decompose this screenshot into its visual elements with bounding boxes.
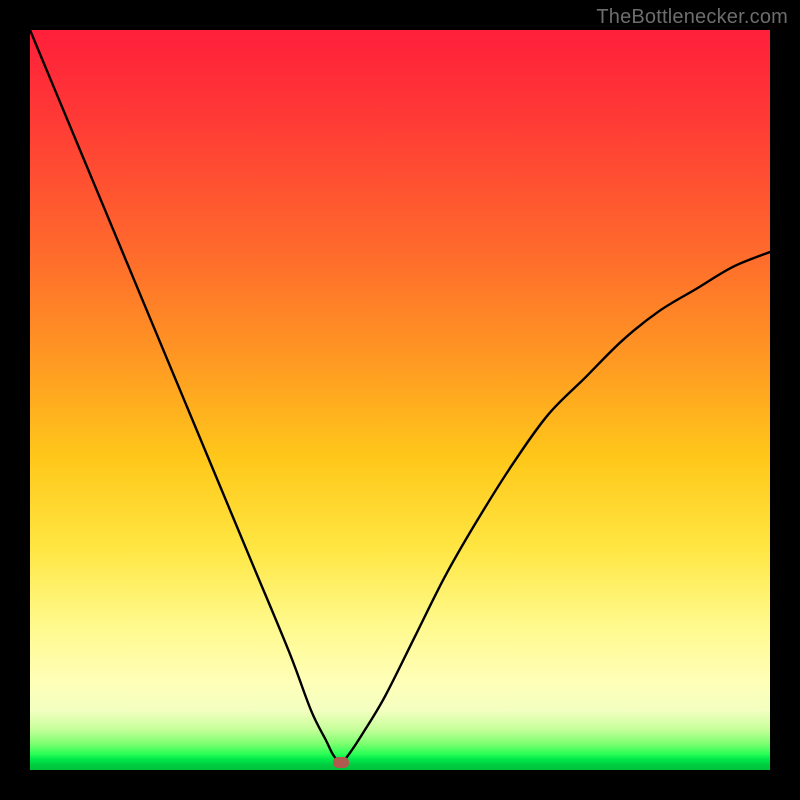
chart-frame: TheBottlenecker.com xyxy=(0,0,800,800)
watermark-text: TheBottlenecker.com xyxy=(596,6,788,29)
bottleneck-curve xyxy=(30,30,770,770)
plot-area xyxy=(30,30,770,770)
minimum-marker xyxy=(333,757,349,768)
curve-path xyxy=(30,30,770,763)
